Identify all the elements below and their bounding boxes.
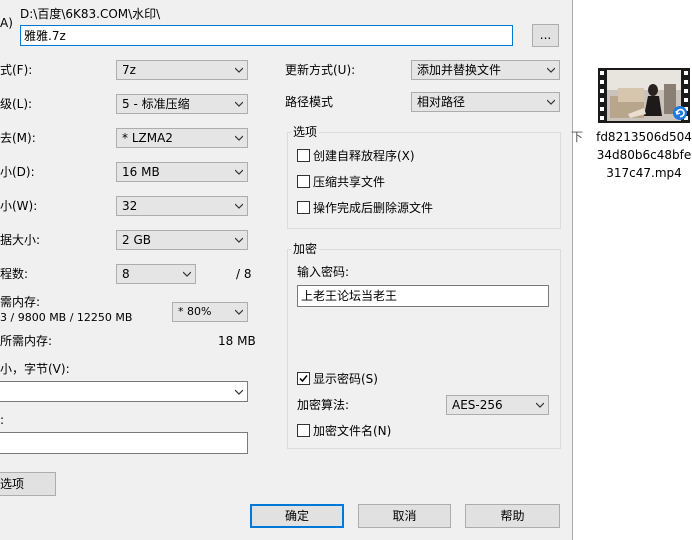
- delete-after-checkbox[interactable]: 操作完成后删除源文件: [297, 200, 433, 216]
- split-volumes-label: 小，字节(V):: [0, 362, 70, 376]
- chevron-down-icon: [235, 101, 243, 107]
- level-value: 5 - 标准压缩: [122, 97, 190, 111]
- checkbox-box: [297, 424, 310, 437]
- encryption-method-label: 加密算法:: [297, 398, 350, 412]
- password-label: 输入密码:: [297, 265, 350, 279]
- checkbox-box: [297, 175, 310, 188]
- checkmark-icon: [299, 375, 308, 383]
- split-volumes-combo[interactable]: [0, 381, 248, 402]
- word-size-value: 32: [122, 199, 138, 213]
- chevron-down-icon: [547, 67, 555, 73]
- password-value: 上老王论坛当老王: [301, 289, 398, 303]
- checkbox-box: [297, 201, 310, 214]
- dictionary-value: 16 MB: [122, 165, 160, 179]
- solid-block-value: 2 GB: [122, 233, 151, 247]
- partial-label: 下: [571, 130, 584, 144]
- update-mode-label: 更新方式(U):: [285, 63, 356, 77]
- dictionary-label: 小(D):: [0, 165, 35, 179]
- chevron-down-icon: [547, 99, 555, 105]
- checkbox-box: [297, 372, 310, 385]
- format-select[interactable]: 7z: [116, 60, 248, 80]
- chevron-down-icon: [235, 389, 243, 395]
- encryption-method-select[interactable]: AES-256: [446, 395, 549, 415]
- ok-button[interactable]: 确定: [250, 504, 344, 528]
- archive-label: A): [0, 16, 13, 30]
- decompress-memory-label: 所需内存:: [0, 334, 53, 348]
- show-password-label: 显示密码(S): [313, 372, 378, 386]
- method-value: * LZMA2: [122, 131, 173, 145]
- threads-value: 8: [122, 267, 130, 281]
- file-name-line-2: 34d80b6c48bfe: [596, 148, 692, 162]
- file-name-line-1: fd8213506d504: [596, 130, 692, 144]
- options-group-title: 选项: [291, 124, 320, 140]
- create-sfx-label: 创建自释放程序(X): [313, 149, 415, 163]
- browse-button[interactable]: ...: [532, 24, 559, 47]
- cancel-button[interactable]: 取消: [358, 504, 451, 528]
- encryption-group-title: 加密: [291, 241, 320, 257]
- parameters-input[interactable]: [0, 432, 248, 454]
- delete-after-label: 操作完成后删除源文件: [313, 201, 434, 215]
- path-mode-value: 相对路径: [417, 95, 466, 109]
- update-mode-select[interactable]: 添加并替换文件: [411, 60, 560, 80]
- threads-max: / 8: [236, 267, 252, 281]
- compress-shared-checkbox[interactable]: 压缩共享文件: [297, 174, 385, 190]
- checkbox-box: [297, 149, 310, 162]
- archive-name-value: 雅雅.7z: [24, 29, 66, 43]
- compress-shared-label: 压缩共享文件: [313, 175, 386, 189]
- add-to-archive-dialog: A) D:\百度\6K83.COM\水印\ 雅雅.7z ... 式(F): 7z…: [0, 0, 573, 540]
- format-value: 7z: [122, 63, 136, 77]
- video-thumbnail-icon[interactable]: [598, 68, 690, 123]
- encrypt-names-label: 加密文件名(N): [313, 424, 392, 438]
- level-select[interactable]: 5 - 标准压缩: [116, 94, 248, 114]
- chevron-down-icon: [235, 309, 243, 315]
- encrypt-names-checkbox[interactable]: 加密文件名(N): [297, 423, 391, 439]
- solid-block-label: 据大小:: [0, 233, 41, 247]
- memory-percent-select[interactable]: * 80%: [172, 302, 248, 322]
- create-sfx-checkbox[interactable]: 创建自释放程序(X): [297, 148, 415, 164]
- dictionary-select[interactable]: 16 MB: [116, 162, 248, 182]
- update-mode-value: 添加并替换文件: [417, 63, 502, 77]
- chevron-down-icon: [235, 237, 243, 243]
- help-button[interactable]: 帮助: [465, 504, 560, 528]
- method-label: 去(M):: [0, 131, 36, 145]
- method-select[interactable]: * LZMA2: [116, 128, 248, 148]
- level-label: 级(L):: [0, 97, 33, 111]
- chevron-down-icon: [536, 402, 544, 408]
- video-file-name[interactable]: fd8213506d504 34d80b6c48bfe 317c47.mp4: [596, 128, 692, 182]
- archive-name-input[interactable]: 雅雅.7z: [20, 25, 513, 46]
- parameters-label: :: [0, 413, 5, 427]
- file-name-line-3: 317c47.mp4: [606, 166, 682, 180]
- path-mode-label: 路径模式: [285, 95, 334, 109]
- path-mode-select[interactable]: 相对路径: [411, 92, 560, 112]
- word-size-label: 小(W):: [0, 199, 38, 213]
- options-button[interactable]: 选项: [0, 472, 56, 496]
- solid-block-select[interactable]: 2 GB: [116, 230, 248, 250]
- chevron-down-icon: [235, 203, 243, 209]
- password-input[interactable]: 上老王论坛当老王: [297, 285, 549, 307]
- word-size-select[interactable]: 32: [116, 196, 248, 216]
- threads-select[interactable]: 8: [116, 264, 196, 284]
- chevron-down-icon: [235, 67, 243, 73]
- encryption-method-value: AES-256: [452, 398, 503, 412]
- chevron-down-icon: [235, 135, 243, 141]
- decompress-memory-value: 18 MB: [218, 334, 256, 348]
- threads-label: 程数:: [0, 267, 29, 281]
- chevron-down-icon: [235, 169, 243, 175]
- archive-path-hint: D:\百度\6K83.COM\水印\: [20, 7, 161, 21]
- chevron-down-icon: [183, 271, 191, 277]
- show-password-checkbox[interactable]: 显示密码(S): [297, 371, 378, 387]
- memory-label: 需内存:: [0, 295, 41, 309]
- memory-detail: 3 / 9800 MB / 12250 MB: [0, 311, 133, 324]
- memory-percent-value: * 80%: [178, 305, 212, 318]
- format-label: 式(F):: [0, 63, 33, 77]
